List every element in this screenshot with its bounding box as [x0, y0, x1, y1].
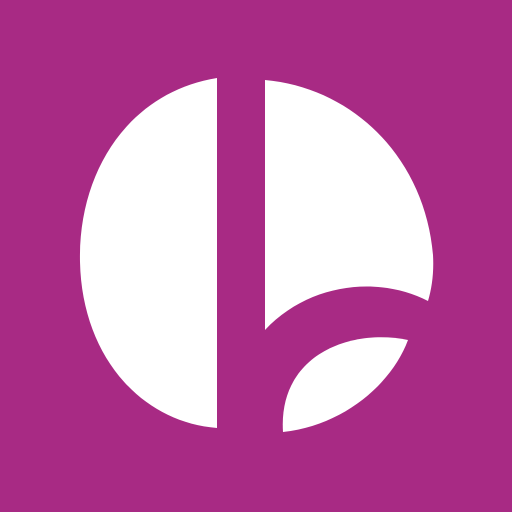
- app-icon-tile: [0, 0, 512, 512]
- icon-background: [0, 0, 512, 512]
- logo-icon: [0, 0, 512, 512]
